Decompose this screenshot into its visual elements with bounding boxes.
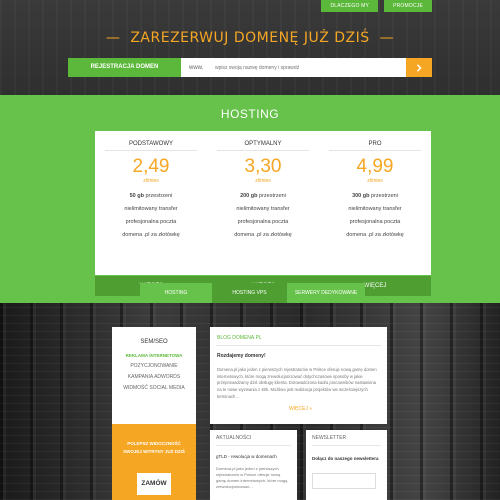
plan-period: zł/mies (255, 178, 271, 184)
news-title: AKTUALNOŚCI (216, 435, 252, 441)
plan-card-basic: PODSTAWOWY 2,49 zł/mies 50 gb przestrzen… (95, 131, 207, 296)
headline: — ZAREZERWUJ DOMENĘ JUŻ DZIŚ — (0, 30, 500, 46)
plan-feature-storage: 50 gb przestrzeni (95, 190, 207, 203)
semseo-item-adwords[interactable]: KAMPANIA ADWORDS (112, 374, 196, 380)
top-nav: DLACZEGO MY PROMOCJE (321, 0, 432, 12)
headline-dash-left: — (105, 30, 121, 46)
nav-promotions[interactable]: PROMOCJE (384, 0, 432, 12)
semseo-item-positioning[interactable]: POZYCJONOWANIE (112, 363, 196, 369)
blog-title: BLOG DOMENA.PL (217, 335, 262, 341)
plan-storage-text: przestrzeni (257, 193, 286, 199)
news-panel: AKTUALNOŚCI gTLD - rewolucja w domenach … (210, 430, 297, 500)
domain-registration-label: REJESTRACJA DOMEN (68, 58, 181, 77)
plan-price: 2,49 (132, 156, 170, 177)
semseo-subtitle: REKLAMA INTERNETOWA (125, 353, 183, 358)
plan-storage-text: przestrzeni (369, 193, 398, 199)
promo-text: POLEPSZ WIDOCZNOŚĆ SWOJEJ WITRYNY JUŻ DZ… (112, 440, 196, 456)
plan-feature-mail: profesjonalna poczta (125, 219, 177, 225)
promo-panel: POLEPSZ WIDOCZNOŚĆ SWOJEJ WITRYNY JUŻ DZ… (112, 424, 196, 500)
domain-search-input[interactable] (215, 64, 406, 71)
newsletter-title: NEWSLETTER (312, 435, 347, 441)
hosting-section: HOSTING PODSTAWOWY 2,49 zł/mies 50 gb pr… (0, 95, 500, 303)
news-post-title[interactable]: gTLD - rewolucja w domenach (216, 454, 291, 459)
plan-features: 200 gb przestrzeni nielimitowany transfe… (207, 190, 319, 242)
blog-post-title[interactable]: Rozdajemy domeny! (217, 353, 380, 359)
order-button[interactable]: ZAMÓW (137, 473, 171, 495)
promo-text-line2: SWOJEJ WITRYNY JUŻ DZIŚ (123, 449, 185, 454)
plan-feature-mail: profesjonalna poczta (237, 219, 289, 225)
plan-period: zł/mies (143, 178, 159, 184)
plan-storage-value: 300 gb (352, 193, 370, 199)
newsletter-email-field[interactable] (312, 473, 376, 489)
plan-features: 300 gb przestrzeni nielimitowany transfe… (319, 190, 431, 242)
plan-name: OPTYMALNY (217, 131, 309, 151)
tab-hosting[interactable]: HOSTING (140, 283, 212, 303)
tab-dedicated-servers[interactable]: SERWERY DEDYKOWANE (287, 283, 365, 303)
headline-dash-right: — (379, 30, 395, 46)
www-prefix: www. (189, 64, 204, 71)
arrow-right-icon (416, 63, 422, 72)
tab-hosting-vps[interactable]: HOSTING VPS (212, 283, 287, 303)
plan-feature-domain: domena .pl za złotówkę (234, 232, 292, 238)
plan-feature-domain: domena .pl za złotówkę (122, 232, 180, 238)
header: DLACZEGO MY PROMOCJE — ZAREZERWUJ DOMENĘ … (0, 0, 500, 95)
newsletter-subtitle: Dołącz do naszego newslettera (312, 456, 379, 461)
plan-price: 4,99 (356, 156, 394, 177)
plan-feature-transfer: nielimitowany transfer (124, 206, 178, 212)
plan-price: 3,30 (244, 156, 282, 177)
domain-search-button[interactable] (406, 58, 432, 77)
blog-panel: BLOG DOMENA.PL Rozdajemy domeny! Domena.… (210, 327, 387, 424)
plan-feature-storage: 300 gb przestrzeni (319, 190, 431, 203)
semseo-title: SEM/SEO (140, 339, 168, 345)
plan-name: PODSTAWOWY (105, 131, 197, 151)
plan-feature-transfer: nielimitowany transfer (236, 206, 290, 212)
hosting-tabs: HOSTING HOSTING VPS SERWERY DEDYKOWANE (0, 283, 500, 303)
semseo-item-social[interactable]: WIDMOŚĆ SOCIAL MEDIA (112, 385, 196, 391)
domain-input-wrapper: www. (181, 58, 406, 77)
news-divider (216, 445, 291, 446)
newsletter-divider (312, 445, 381, 446)
promo-text-line1: POLEPSZ WIDOCZNOŚĆ (127, 441, 181, 446)
news-post-excerpt: Domena.pl jako jeden z pierwszych rejest… (216, 466, 288, 489)
plan-storage-text: przestrzeni (143, 193, 173, 199)
blog-post-excerpt: Domena.pl jako jeden z pierwszych rejest… (217, 367, 377, 399)
domain-search-bar: REJESTRACJA DOMEN www. (68, 58, 432, 77)
plan-storage-value: 200 gb (240, 193, 258, 199)
plan-feature-storage: 200 gb przestrzeni (207, 190, 319, 203)
plan-feature-mail: profesjonalna poczta (349, 219, 401, 225)
plan-card-optimal: OPTYMALNY 3,30 zł/mies 200 gb przestrzen… (207, 131, 319, 296)
header-background (0, 0, 500, 95)
hosting-title: HOSTING (220, 107, 280, 121)
nav-why-us[interactable]: DLACZEGO MY (321, 0, 379, 12)
plan-card-pro: PRO 4,99 zł/mies 300 gb przestrzeni niel… (319, 131, 431, 296)
newsletter-panel: NEWSLETTER Dołącz do naszego newslettera (306, 430, 387, 500)
plan-storage-value: 50 gb (129, 193, 144, 199)
blog-more-link[interactable]: WIĘCEJ » (289, 406, 312, 412)
semseo-panel: SEM/SEO REKLAMA INTERNETOWA POZYCJONOWAN… (112, 327, 196, 424)
plan-feature-transfer: nielimitowany transfer (348, 206, 402, 212)
plan-feature-domain: domena .pl za złotówkę (346, 232, 404, 238)
headline-text: ZAREZERWUJ DOMENĘ JUŻ DZIŚ (130, 30, 370, 46)
blog-divider (216, 345, 381, 346)
plan-features: 50 gb przestrzeni nielimitowany transfer… (95, 190, 207, 242)
plan-period: zł/mies (367, 178, 383, 184)
plan-name: PRO (329, 131, 421, 151)
